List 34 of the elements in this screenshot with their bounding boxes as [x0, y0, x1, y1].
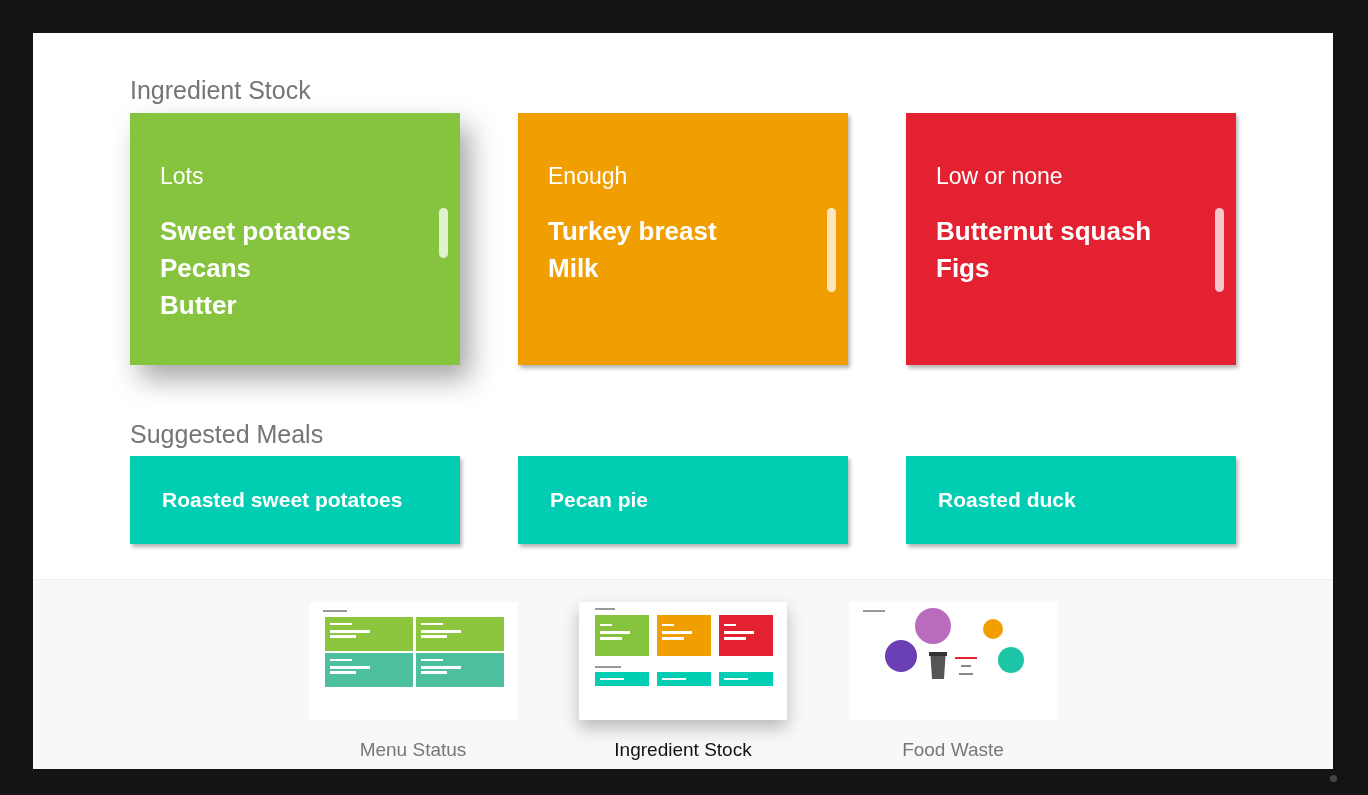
scroll-handle [439, 207, 448, 258]
screen-thumbnail[interactable] [849, 602, 1057, 720]
text-line [595, 666, 621, 668]
text-line [961, 665, 971, 667]
stock-level-label: Lots [160, 161, 204, 191]
ingredient-name: Figs [936, 252, 990, 285]
ingredient-name: Turkey breast [548, 215, 717, 248]
meal-card[interactable]: Roasted duck [906, 456, 1236, 544]
text-line [595, 608, 615, 610]
section-title: Ingredient Stock [130, 77, 312, 105]
screen-thumbnail[interactable] [579, 602, 787, 720]
ingredient-name: Sweet potatoes [160, 215, 351, 248]
text-line [959, 673, 973, 675]
ingredient-name: Milk [548, 252, 599, 285]
text-line [955, 657, 977, 659]
meal-card[interactable]: Roasted sweet potatoes [130, 456, 460, 544]
ingredient-name: Butter [160, 289, 237, 322]
stock-card[interactable]: Enough Turkey breast Milk [518, 112, 848, 365]
stock-card[interactable]: Lots Sweet potatoes Pecans Butter [130, 112, 460, 365]
ingredient-name: Butternut squash [936, 215, 1152, 248]
meal-card[interactable]: Pecan pie [518, 456, 848, 544]
screen-tab-label[interactable]: Menu Status [359, 736, 467, 765]
stock-level-label: Enough [548, 161, 628, 191]
stock-card[interactable]: Low or none Butternut squash Figs [906, 112, 1236, 365]
stock-level-label: Low or none [936, 161, 1063, 191]
section-title: Suggested Meals [130, 420, 325, 448]
text-line [863, 610, 885, 612]
text-line [323, 610, 347, 612]
screen-thumbnail[interactable] [309, 602, 517, 720]
trash-can-icon [929, 652, 947, 679]
screen-tab-label[interactable]: Ingredient Stock [614, 736, 752, 765]
screen-tab-label[interactable]: Food Waste [902, 736, 1004, 765]
ingredient-name: Pecans [160, 252, 252, 285]
sensor-icon [1330, 775, 1337, 782]
